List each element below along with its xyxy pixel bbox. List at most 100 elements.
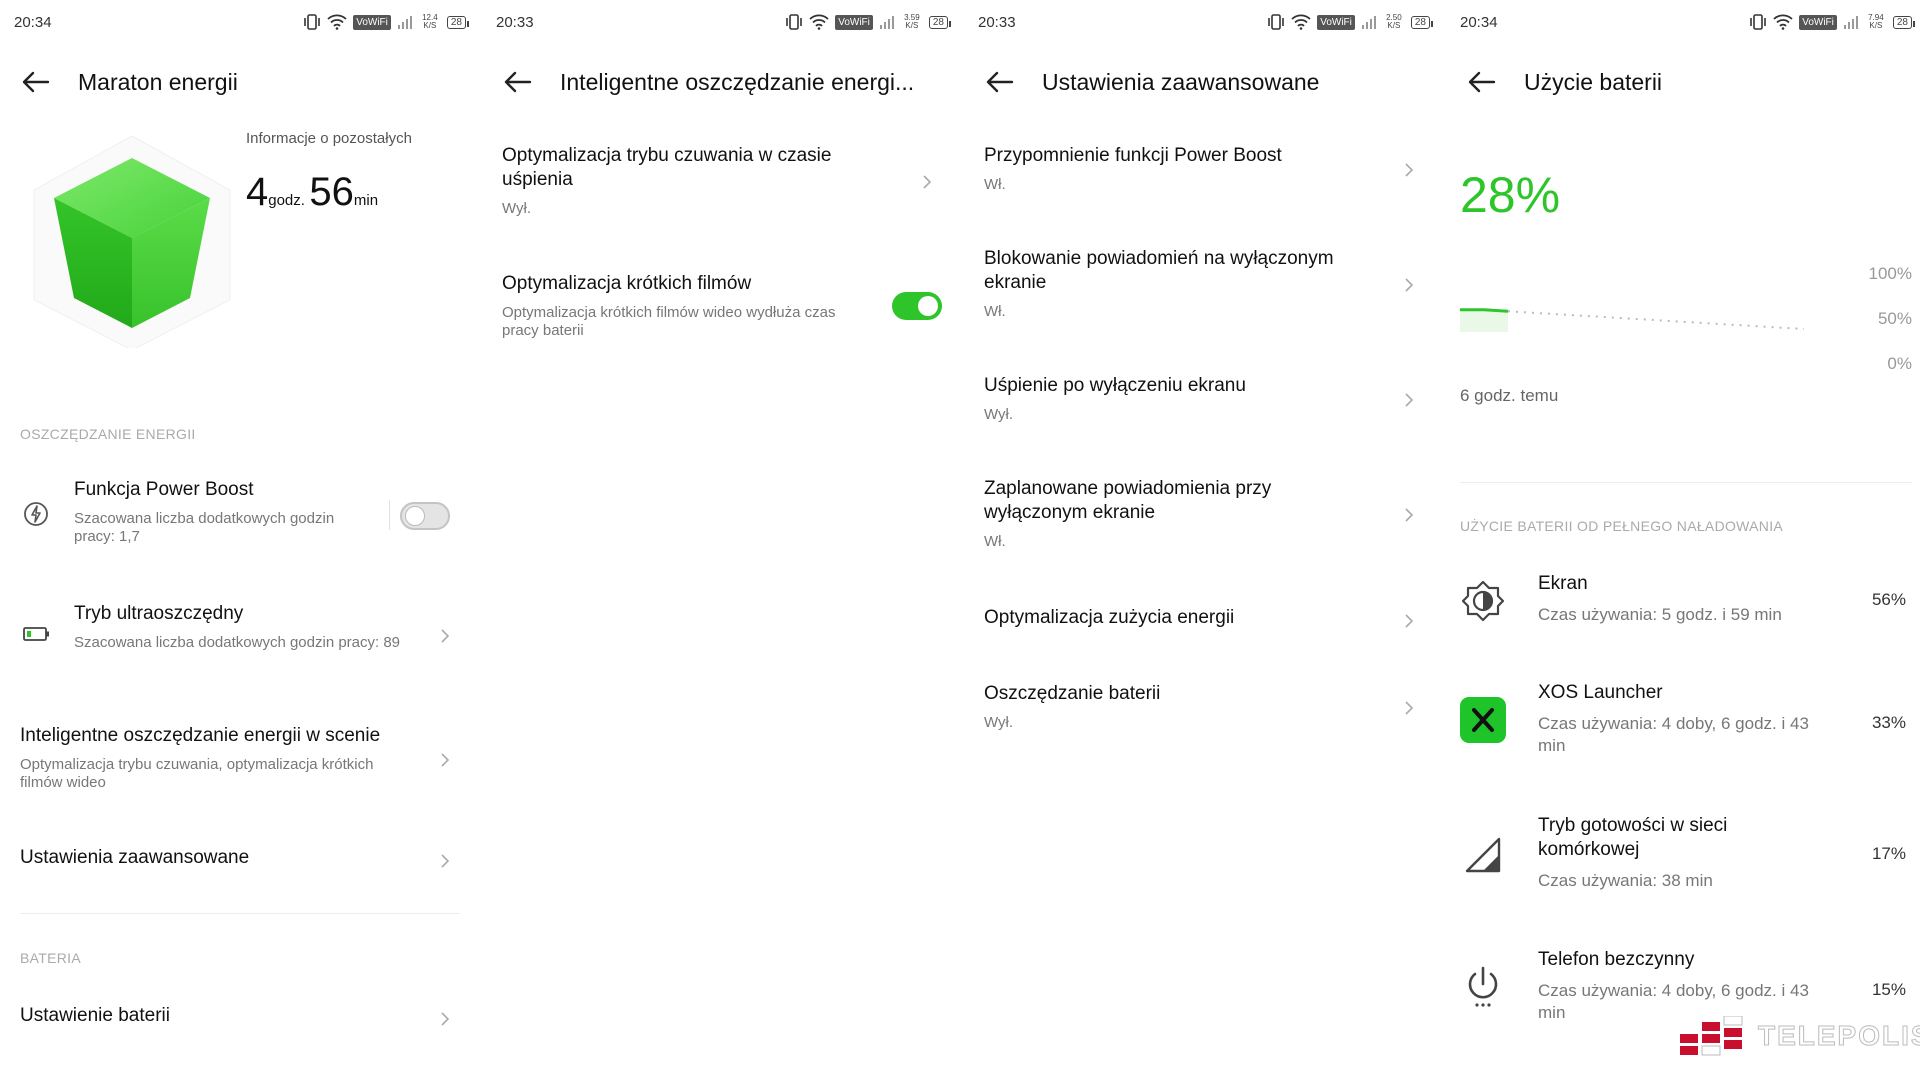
wifi-icon [809, 14, 829, 30]
vowifi-badge: VoWiFi [835, 14, 873, 30]
battery-settings-row[interactable]: Ustawienie baterii [20, 1004, 460, 1034]
chevron-right-icon [1405, 614, 1414, 628]
toggle-knob [918, 296, 938, 316]
signal-icon [1843, 16, 1858, 29]
telepolis-logo-icon [1680, 1016, 1743, 1056]
setting-row[interactable]: Zaplanowane powiadomienia przy wyłączony… [984, 477, 1424, 557]
status-time: 20:34 [1460, 13, 1498, 31]
power-boost-toggle[interactable] [400, 502, 450, 530]
setting-row[interactable]: Optymalizacja zużycia energii [984, 606, 1424, 636]
usage-row[interactable]: XOS Launcher Czas używania: 4 doby, 6 go… [1460, 681, 1912, 761]
app-header: Maraton energii [20, 62, 466, 102]
remaining-info-label: Informacje o pozostałych [246, 130, 412, 147]
toggle-knob [405, 506, 425, 526]
usage-row[interactable]: Ekran Czas używania: 5 godz. i 59 min 56… [1460, 572, 1912, 642]
wifi-icon [327, 14, 347, 30]
short-video-title: Optymalizacja krótkich filmów [502, 273, 752, 294]
setting-title: Blokowanie powiadomień na wyłączonym ekr… [984, 248, 1334, 293]
advanced-title: Ustawienia zaawansowane [20, 847, 250, 868]
page-title: Maraton energii [78, 68, 238, 95]
section-header-usage: UŻYCIE BATERII OD PEŁNEGO NAŁADOWANIA [1460, 518, 1784, 534]
setting-status: Wł. [984, 303, 1006, 320]
usage-name: XOS Launcher [1538, 682, 1663, 703]
power-boost-row[interactable]: Funkcja Power Boost Szacowana liczba dod… [20, 478, 460, 558]
signal-icon [879, 16, 894, 29]
usage-name: Telefon bezczynny [1538, 949, 1695, 970]
setting-title: Oszczędzanie baterii [984, 683, 1161, 704]
chevron-right-icon [1405, 701, 1414, 715]
section-divider [20, 913, 460, 914]
chevron-right-icon [441, 1012, 450, 1026]
battery-history-chart [1460, 308, 1805, 332]
battery-indicator: 28 [1892, 15, 1916, 29]
telepolis-watermark: TELEPOLIS [1680, 1016, 1920, 1056]
short-video-toggle[interactable] [892, 292, 942, 320]
page-title: Użycie baterii [1524, 68, 1663, 95]
setting-row[interactable]: Oszczędzanie baterii Wył. [984, 682, 1424, 738]
section-header-energy: OSZCZĘDZANIE ENERGII [20, 426, 196, 442]
ultra-saving-row[interactable]: Tryb ultraoszczędny Szacowana liczba dod… [20, 602, 460, 672]
status-time: 20:33 [978, 13, 1016, 31]
usage-percent: 56% [1871, 590, 1906, 609]
network-speed: 3.59 K/S [904, 13, 920, 30]
chevron-right-icon [441, 854, 450, 868]
advanced-settings-row[interactable]: Ustawienia zaawansowane [20, 846, 460, 876]
ultra-saving-sub: Szacowana liczba dodatkowych godzin prac… [74, 634, 401, 651]
status-time: 20:34 [14, 13, 52, 31]
short-video-sub: Optymalizacja krótkich filmów wideo wydł… [502, 304, 836, 339]
short-video-row[interactable]: Optymalizacja krótkich filmów Optymaliza… [502, 272, 942, 352]
network-speed: 7.94 K/S [1868, 13, 1884, 30]
standby-optimization-row[interactable]: Optymalizacja trybu czuwania w czasie uś… [502, 144, 942, 224]
back-button[interactable] [20, 66, 52, 98]
chart-tick-label: 50% [1877, 309, 1912, 328]
smart-saving-title: Inteligentne oszczędzanie energii w scen… [20, 725, 381, 746]
signal-icon [1361, 16, 1376, 29]
usage-text: Ekran Czas używania: 5 godz. i 59 min [1538, 572, 1812, 626]
power-boost-icon [24, 502, 48, 526]
setting-row[interactable]: Blokowanie powiadomień na wyłączonym ekr… [984, 247, 1424, 327]
battery-saver-icon [23, 627, 49, 641]
brightness-icon [1460, 578, 1506, 624]
chevron-right-icon [1405, 508, 1414, 522]
standby-opt-sub: Wył. [502, 200, 532, 217]
setting-row[interactable]: Uśpienie po wyłączeniu ekranu Wył. [984, 374, 1424, 430]
chart-tick-label: 100% [1868, 264, 1912, 283]
network-speed: 2.50 K/S [1386, 13, 1402, 30]
chevron-right-icon [1405, 393, 1414, 407]
panel-battery-usage: 20:34 VoWiFi 7.94 K/S 28 Użycie baterii … [1446, 0, 1920, 1071]
usage-time: Czas używania: 5 godz. i 59 min [1538, 605, 1782, 624]
back-button[interactable] [1466, 66, 1498, 98]
chevron-right-icon [1405, 163, 1414, 177]
smart-saving-row[interactable]: Inteligentne oszczędzanie energii w scen… [20, 724, 460, 794]
vibrate-icon [1268, 14, 1285, 30]
vowifi-badge: VoWiFi [1799, 14, 1837, 30]
power-icon [1460, 964, 1506, 1010]
chevron-right-icon [441, 753, 450, 767]
wifi-icon [1291, 14, 1311, 30]
back-button[interactable] [984, 66, 1016, 98]
hours-unit: godz. [268, 192, 305, 209]
usage-time: Czas używania: 4 doby, 6 godz. i 43 min [1538, 714, 1809, 755]
back-arrow-icon [504, 71, 532, 93]
status-bar: 20:33 VoWiFi 2.50 K/S 28 [978, 10, 1434, 34]
status-bar: 20:34 VoWiFi 12.4 K/S 28 [14, 10, 470, 34]
usage-row[interactable]: Tryb gotowości w sieci komórkowej Czas u… [1460, 814, 1912, 894]
battery-level: 28% [1460, 167, 1561, 223]
usage-name: Tryb gotowości w sieci komórkowej [1538, 815, 1728, 860]
back-arrow-icon [22, 71, 50, 93]
back-button[interactable] [502, 66, 534, 98]
chart-area [1460, 309, 1508, 332]
standby-opt-title: Optymalizacja trybu czuwania w czasie uś… [502, 145, 832, 190]
energy-cube-illustration [20, 128, 242, 351]
setting-row[interactable]: Przypomnienie funkcji Power Boost Wł. [984, 144, 1424, 200]
battery-indicator: 28 [446, 15, 470, 29]
chevron-right-icon [1405, 278, 1414, 292]
chevron-right-icon [441, 629, 450, 643]
wifi-icon [1773, 14, 1793, 30]
battery-settings-title: Ustawienie baterii [20, 1005, 170, 1026]
usage-percent: 33% [1871, 713, 1906, 732]
app-header: Ustawienia zaawansowane [984, 62, 1430, 102]
usage-percent: 17% [1871, 844, 1906, 863]
usage-text: Telefon bezczynny Czas używania: 4 doby,… [1538, 948, 1812, 1024]
setting-title: Zaplanowane powiadomienia przy wyłączony… [984, 478, 1272, 523]
